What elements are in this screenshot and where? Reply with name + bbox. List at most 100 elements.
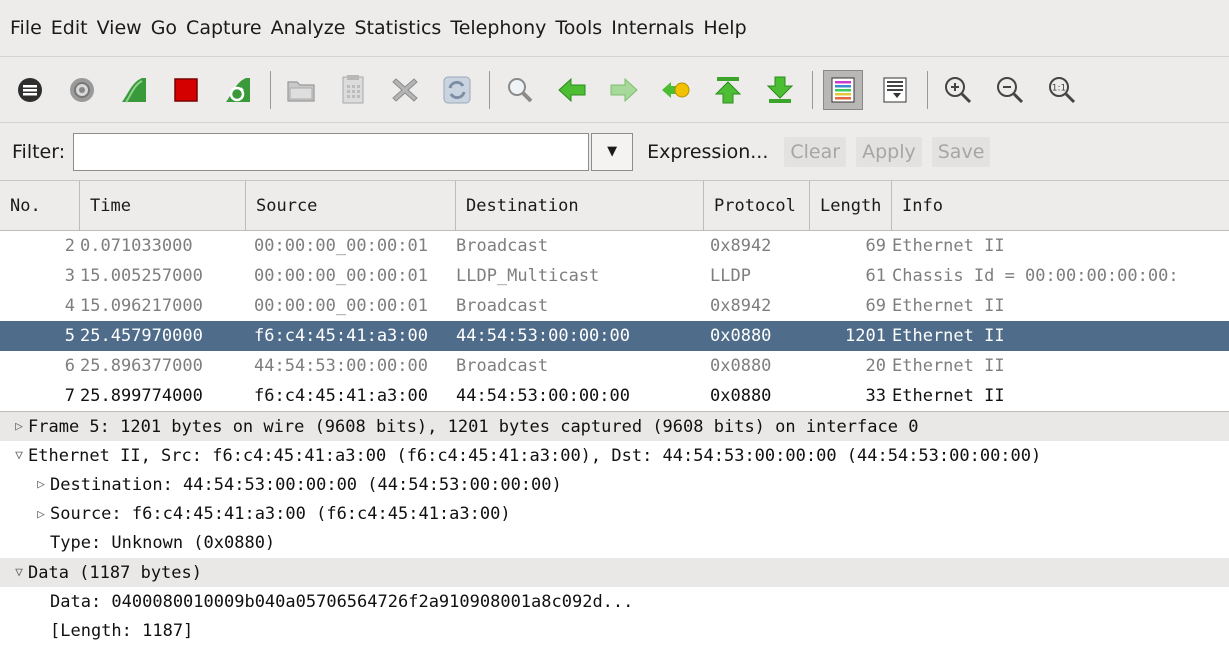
menu-capture[interactable]: Capture: [186, 17, 262, 39]
stop-capture-icon[interactable]: [166, 70, 206, 110]
detail-tree-item[interactable]: Data: 0400080010009b040a05706564726f2a91…: [0, 587, 1229, 616]
menu-statistics[interactable]: Statistics: [354, 17, 441, 39]
detail-tree-item-text: Source: f6:c4:45:41:a3:00 (f6:c4:45:41:a…: [50, 504, 511, 525]
column-header-length[interactable]: Length: [810, 181, 892, 230]
close-icon[interactable]: [385, 70, 425, 110]
expand-triangle-icon[interactable]: ▷: [32, 507, 50, 522]
menubar: File Edit View Go Capture Analyze Statistics Te…: [0, 0, 1229, 57]
find-icon[interactable]: [500, 70, 540, 110]
detail-tree-item[interactable]: Type: Unknown (0x0880): [0, 529, 1229, 558]
detail-tree-item-text: Frame 5: 1201 bytes on wire (9608 bits),…: [28, 416, 919, 437]
packet-cell-dst: Broadcast: [456, 356, 549, 376]
toolbar-separator: [812, 70, 813, 109]
menu-file[interactable]: File: [10, 17, 42, 39]
column-header-destination[interactable]: Destination: [456, 181, 704, 230]
column-header-no[interactable]: No.: [0, 181, 80, 230]
packet-details-tree: ▷ Frame 5: 1201 bytes on wire (9608 bits)…: [0, 411, 1229, 646]
packet-cell-time: 15.096217000: [80, 296, 203, 316]
packet-cell-proto: LLDP: [710, 266, 751, 286]
menu-analyze[interactable]: Analyze: [271, 17, 346, 39]
zoom-out-icon[interactable]: [990, 70, 1030, 110]
last-packet-icon[interactable]: [760, 70, 800, 110]
detail-tree-item[interactable]: ▽ Data (1187 bytes): [0, 557, 1229, 588]
packet-cell-info: Ethernet II: [892, 296, 1005, 316]
packet-cell-no: 3: [64, 266, 75, 286]
forward-icon[interactable]: [604, 70, 644, 110]
menu-view[interactable]: View: [97, 17, 142, 39]
toolbar-separator: [927, 70, 928, 109]
interfaces-icon[interactable]: [10, 70, 50, 110]
expand-triangle-icon[interactable]: ▷: [32, 477, 50, 492]
clear-button[interactable]: Clear: [784, 136, 847, 167]
filter-label: Filter:: [12, 140, 66, 163]
toolbar-separator: [270, 70, 271, 109]
detail-tree-item-text: Data: 0400080010009b040a05706564726f2a91…: [50, 591, 634, 612]
packet-cell-time: 15.005257000: [80, 266, 203, 286]
detail-tree-item[interactable]: ▷ Source: f6:c4:45:41:a3:00 (f6:c4:45:41:…: [0, 500, 1229, 529]
filter-toolbar: Filter: ▼ Expression... Clear Apply Save: [0, 123, 1229, 181]
packet-cell-time: 0.071033000: [80, 236, 193, 256]
detail-tree-item[interactable]: ▷ Destination: 44:54:53:00:00:00 (44:54:5…: [0, 470, 1229, 499]
packet-cell-info: Ethernet II: [892, 356, 1005, 376]
packet-row[interactable]: 3 15.005257000 00:00:00_00:00:01 LLDP_Multi…: [0, 261, 1229, 291]
menu-internals[interactable]: Internals: [611, 17, 694, 39]
packet-cell-info: Ethernet II: [892, 386, 1005, 406]
filter-input[interactable]: [73, 132, 590, 171]
packet-cell-src: 00:00:00_00:00:01: [254, 236, 428, 256]
packet-list: 2 0.071033000 00:00:00_00:00:01 Broadcast 0x…: [0, 231, 1229, 411]
colorize-icon[interactable]: [823, 69, 863, 110]
column-header-source[interactable]: Source: [246, 181, 456, 230]
detail-tree-item[interactable]: [Length: 1187]: [0, 616, 1229, 645]
first-packet-icon[interactable]: [708, 70, 748, 110]
collapse-triangle-icon[interactable]: ▽: [10, 565, 28, 580]
column-header-info[interactable]: Info: [892, 181, 1229, 230]
packet-cell-dst: Broadcast: [456, 236, 549, 256]
save-icon[interactable]: [333, 70, 373, 110]
detail-tree-item-text: Ethernet II, Src: f6:c4:45:41:a3:00 (f6:…: [28, 445, 1042, 466]
chevron-down-icon: ▼: [607, 144, 618, 159]
packet-cell-no: 2: [64, 236, 75, 256]
back-icon[interactable]: [552, 70, 592, 110]
packet-row[interactable]: 7 25.899774000 f6:c4:45:41:a3:00 44:54:53:0…: [0, 381, 1229, 411]
packet-row[interactable]: 4 15.096217000 00:00:00_00:00:01 Broadcast 0…: [0, 291, 1229, 321]
detail-tree-item-text: Data (1187 bytes): [28, 562, 202, 583]
filter-dropdown-button[interactable]: ▼: [591, 132, 634, 171]
packet-cell-dst: 44:54:53:00:00:00: [456, 386, 630, 406]
menu-telephony[interactable]: Telephony: [450, 17, 546, 39]
detail-tree-item[interactable]: ▷ Frame 5: 1201 bytes on wire (9608 bits)…: [0, 412, 1229, 442]
options-icon[interactable]: [62, 70, 102, 110]
packet-list-header: No. Time Source Destination Protocol Len…: [0, 181, 1229, 231]
packet-cell-src: 00:00:00_00:00:01: [254, 266, 428, 286]
packet-cell-time: 25.899774000: [80, 386, 203, 406]
packet-cell-proto: 0x0880: [710, 386, 772, 406]
expand-triangle-icon[interactable]: ▷: [10, 419, 28, 434]
detail-tree-item-text: Type: Unknown (0x0880): [50, 533, 276, 554]
detail-tree-item[interactable]: ▽ Ethernet II, Src: f6:c4:45:41:a3:00 (f6…: [0, 441, 1229, 470]
restart-capture-icon[interactable]: [218, 70, 258, 110]
column-header-time[interactable]: Time: [80, 181, 246, 230]
apply-button[interactable]: Apply: [856, 136, 922, 167]
autoscroll-icon[interactable]: [875, 70, 915, 110]
column-header-protocol[interactable]: Protocol: [704, 181, 810, 230]
packet-cell-time: 25.457970000: [80, 326, 203, 346]
menu-edit[interactable]: Edit: [51, 17, 88, 39]
packet-cell-len: 61: [865, 266, 886, 286]
packet-cell-len: 1201: [845, 326, 886, 346]
goto-icon[interactable]: [656, 70, 696, 110]
packet-row[interactable]: 6 25.896377000 44:54:53:00:00:00 Broadcast 0…: [0, 351, 1229, 381]
menu-tools[interactable]: Tools: [555, 17, 602, 39]
packet-cell-no: 4: [64, 296, 75, 316]
menu-go[interactable]: Go: [151, 17, 177, 39]
save-filter-button[interactable]: Save: [931, 136, 991, 167]
start-capture-icon[interactable]: [114, 70, 154, 110]
open-icon[interactable]: [281, 70, 321, 110]
menu-help[interactable]: Help: [703, 17, 746, 39]
collapse-triangle-icon[interactable]: ▽: [10, 448, 28, 463]
packet-cell-info: Chassis Id = 00:00:00:00:00:: [892, 266, 1179, 286]
reload-icon[interactable]: [437, 70, 477, 110]
expression-button[interactable]: Expression...: [647, 141, 768, 163]
zoom-normal-icon[interactable]: 1:1: [1042, 70, 1082, 110]
zoom-in-icon[interactable]: [938, 70, 978, 110]
packet-row[interactable]: 2 0.071033000 00:00:00_00:00:01 Broadcast 0x…: [0, 231, 1229, 261]
packet-row[interactable]: 5 25.457970000 f6:c4:45:41:a3:00 44:54:53:0…: [0, 321, 1229, 351]
